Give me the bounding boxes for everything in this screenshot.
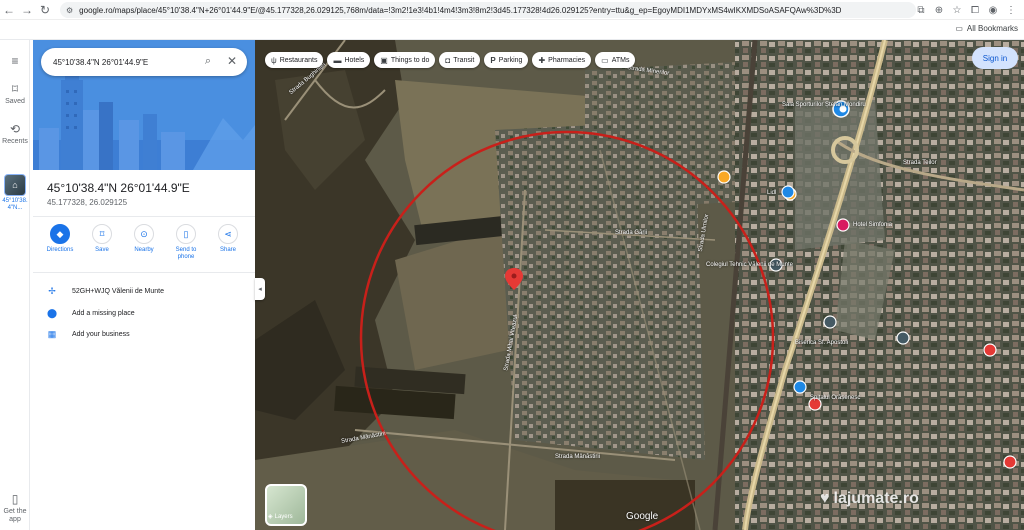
category-chips: ψ Restaurants ▬ Hotels ▣ Things to do ◘ Tran… — [265, 52, 636, 68]
chip-atms[interactable]: ▭ ATMs — [595, 52, 636, 68]
address-bar[interactable]: ⚙ google.ro/maps/place/45°10'38.4"N+26°0… — [60, 2, 916, 18]
hero-illustration: 45°10'38.4"N 26°01'44.9"E ⌕ ✕ — [33, 40, 255, 170]
nearby-button[interactable]: ⊙ Nearby — [125, 224, 163, 261]
save-button[interactable]: ⌑ Save — [83, 224, 121, 261]
place-title: 45°10'38.4"N 26°01'44.9"E — [47, 181, 190, 195]
phone-icon: ▯ — [176, 224, 196, 244]
profile-icon[interactable]: ◉ — [986, 3, 1000, 17]
forward-icon[interactable]: → — [18, 1, 36, 19]
main-menu-button[interactable]: ≡ — [0, 54, 30, 70]
street-label: Strada Teilor — [903, 160, 937, 166]
collapse-panel-button[interactable]: ◂ — [255, 278, 265, 300]
watermark-logo-icon: ♥ — [820, 490, 830, 507]
share-icon: ⋖ — [218, 224, 238, 244]
rail-recents[interactable]: ⟲ Recents — [0, 122, 30, 145]
rail-saved[interactable]: ⌑ Saved — [0, 82, 30, 105]
add-business-row[interactable]: ▦ Add your business — [45, 327, 130, 341]
pharmacy-icon: ✚ — [538, 55, 546, 65]
parking-icon: P — [490, 55, 496, 65]
add-missing-place-row[interactable]: ⬤ Add a missing place — [45, 306, 135, 320]
share-button[interactable]: ⋖ Share — [209, 224, 247, 261]
satellite-imagery — [255, 40, 1024, 530]
street-label: Strada Mânăstirii — [555, 454, 601, 460]
chip-pharmacies[interactable]: ✚ Pharmacies — [532, 52, 592, 68]
divider — [33, 272, 255, 273]
zoom-icon[interactable]: ⊕ — [932, 3, 946, 17]
poi-label[interactable]: Lidl — [767, 190, 776, 197]
add-place-pin-icon: ⬤ — [46, 307, 58, 318]
phone-icon: ▯ — [11, 492, 19, 506]
satellite-map[interactable]: Strada Bughiniței Strada Gării Strada Mi… — [255, 40, 1024, 530]
folder-icon: ▭ — [955, 24, 963, 33]
plus-code-row[interactable]: ✢ 52GH+WJQ Vălenii de Munte — [45, 284, 164, 298]
browser-toolbar: ← → ↻ ⚙ google.ro/maps/place/45°10'38.4"… — [0, 0, 1024, 20]
bed-icon: ▬ — [333, 55, 342, 65]
close-icon[interactable]: ✕ — [227, 54, 237, 68]
reload-icon[interactable]: ↻ — [36, 1, 54, 19]
action-buttons: ◆ Directions ⌑ Save ⊙ Nearby ▯ Send to p… — [41, 224, 247, 261]
place-panel: 45°10'38.4"N 26°01'44.9"E ⌕ ✕ 45°10'38.4… — [33, 40, 255, 530]
layers-label: ◈ Layers — [268, 513, 293, 521]
business-icon: ▦ — [47, 328, 57, 339]
history-icon: ⟲ — [9, 122, 21, 136]
search-input[interactable]: 45°10'38.4"N 26°01'44.9"E ⌕ ✕ — [41, 48, 247, 76]
back-icon[interactable]: ← — [0, 1, 18, 19]
send-to-phone-button[interactable]: ▯ Send to phone — [167, 224, 205, 261]
directions-button[interactable]: ◆ Directions — [41, 224, 79, 261]
poi-label[interactable]: Sala Sporturilor Ștefan Mondiru — [782, 102, 866, 109]
atm-icon: ▭ — [601, 55, 609, 65]
chip-transit[interactable]: ◘ Transit — [439, 52, 481, 68]
chip-parking[interactable]: P Parking — [484, 52, 529, 68]
all-bookmarks[interactable]: ▭ All Bookmarks — [955, 24, 1018, 33]
install-icon[interactable]: ⧉ — [914, 3, 928, 17]
menu-dots-icon[interactable]: ⋮ — [1004, 3, 1018, 17]
rail-recent-place[interactable]: ⌂ 45°10'38.4"N... — [0, 174, 30, 212]
poi-label[interactable]: Colegiul Tehnic Vălenii de Munte — [706, 262, 793, 269]
poi-label[interactable]: Biserica Sf. Apostoli — [795, 340, 855, 347]
sign-in-button[interactable]: Sign in — [972, 47, 1018, 69]
chip-hotels[interactable]: ▬ Hotels — [327, 52, 371, 68]
bookmarks-bar: ▭ All Bookmarks — [0, 20, 1024, 40]
poi-label[interactable]: Spitalul Orășenesc — [810, 395, 870, 402]
fork-knife-icon: ψ — [271, 55, 277, 65]
hamburger-icon: ≡ — [11, 54, 19, 68]
bookmark-icon: ⌑ — [92, 224, 112, 244]
camera-icon: ▣ — [380, 55, 388, 65]
poi-label[interactable]: Hotel Simfonia — [853, 222, 892, 229]
url-text: google.ro/maps/place/45°10'38.4"N+26°01'… — [79, 5, 842, 15]
chip-restaurants[interactable]: ψ Restaurants — [265, 52, 324, 68]
place-thumbnail: ⌂ — [4, 174, 26, 196]
street-label: Strada Gării — [615, 230, 648, 236]
extensions-icon[interactable]: ⧠ — [968, 3, 982, 17]
nearby-icon: ⊙ — [134, 224, 154, 244]
place-decimal-coords: 45.177328, 26.029125 — [47, 198, 128, 207]
chevron-left-icon: ◂ — [258, 286, 262, 293]
watermark: ♥ lajumate.ro — [820, 490, 919, 507]
chip-things-to-do[interactable]: ▣ Things to do — [374, 52, 436, 68]
bookmark-star-icon[interactable]: ☆ — [950, 3, 964, 17]
plus-code-icon: ✢ — [48, 285, 56, 296]
divider — [33, 216, 255, 217]
search-icon[interactable]: ⌕ — [205, 55, 211, 68]
site-info-icon[interactable]: ⚙ — [66, 6, 73, 15]
bookmark-icon: ⌑ — [11, 82, 19, 96]
layers-icon: ◈ — [268, 514, 273, 520]
google-logo: Google — [626, 511, 659, 522]
get-app-link[interactable]: ▯ Get the app — [0, 492, 30, 524]
maps-left-rail: ≡ ⌑ Saved ⟲ Recents ⌂ 45°10'38.4"N... ▯ … — [0, 40, 30, 530]
directions-icon: ◆ — [50, 224, 70, 244]
bus-icon: ◘ — [445, 55, 451, 65]
